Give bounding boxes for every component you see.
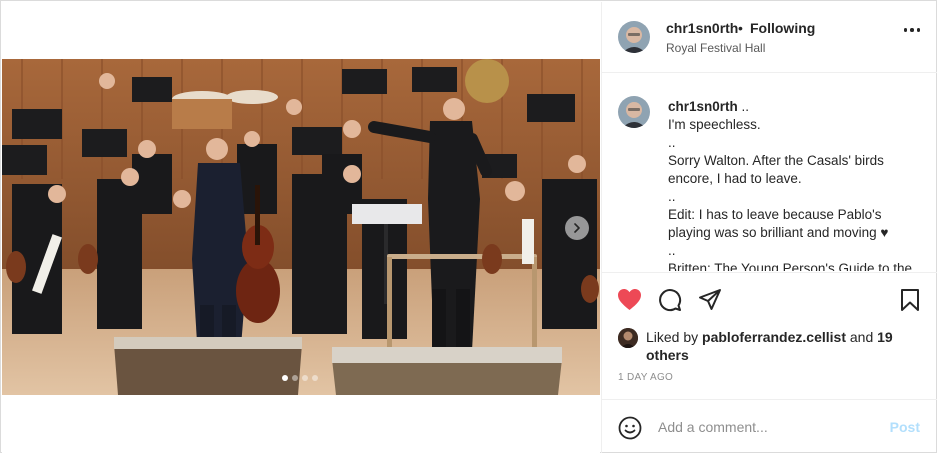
avatar-image xyxy=(618,21,650,53)
emoji-icon[interactable] xyxy=(618,416,642,445)
carousel-dot xyxy=(292,375,298,381)
caption-line: Edit: I has to leave because Pablo's xyxy=(668,207,882,222)
caption-line: .. xyxy=(668,243,676,258)
liker-avatar-image xyxy=(618,328,638,348)
caption-line: .. xyxy=(668,135,676,150)
carousel-dot xyxy=(282,375,288,381)
post-date[interactable]: 1 DAY AGO xyxy=(618,372,673,383)
carousel-next-button[interactable] xyxy=(565,216,589,240)
likes-text: Liked by pabloferrandez.cellist and 19 o… xyxy=(646,328,906,364)
post-location[interactable]: Royal Festival Hall xyxy=(666,41,765,55)
likes-prefix: Liked by xyxy=(646,329,699,345)
caption-line: .. xyxy=(668,189,676,204)
more-options-icon[interactable] xyxy=(903,28,920,32)
caption-line: I'm speechless. xyxy=(668,117,761,132)
avatar[interactable] xyxy=(618,96,650,128)
carousel-dot xyxy=(302,375,308,381)
liker-username[interactable]: pabloferrandez.cellist xyxy=(702,329,846,345)
action-bar xyxy=(602,272,937,318)
liker-avatar[interactable] xyxy=(618,328,638,348)
following-button[interactable]: Following xyxy=(750,20,815,36)
post-dialog: chr1sn0rth • Following Royal Festival Ha… xyxy=(0,0,937,453)
bookmark-icon[interactable] xyxy=(900,288,920,317)
chevron-right-icon xyxy=(574,223,580,233)
post-sidebar: chr1sn0rth • Following Royal Festival Ha… xyxy=(601,2,937,453)
likes-joiner: and xyxy=(849,329,874,345)
comment-input[interactable] xyxy=(658,416,878,438)
heart-icon[interactable] xyxy=(617,288,642,316)
caption-line: encore, I had to leave. xyxy=(668,171,802,186)
caption-line: .. xyxy=(741,99,750,114)
comment-icon[interactable] xyxy=(658,288,682,317)
caption-section: chr1sn0rth .. I'm speechless. .. Sorry W… xyxy=(602,74,937,271)
caption-text: chr1sn0rth .. I'm speechless. .. Sorry W… xyxy=(668,98,926,271)
caption-line: Sorry Walton. After the Casals' birds xyxy=(668,153,884,168)
post-photo[interactable] xyxy=(2,59,600,395)
carousel-dot xyxy=(312,375,318,381)
carousel-indicator xyxy=(282,375,318,381)
media-panel xyxy=(2,2,600,453)
share-icon[interactable] xyxy=(698,288,722,317)
avatar[interactable] xyxy=(618,21,650,53)
avatar-image xyxy=(618,96,650,128)
comment-composer: Post xyxy=(602,399,937,453)
post-header: chr1sn0rth • Following Royal Festival Ha… xyxy=(602,2,937,73)
concert-photo-illustration xyxy=(2,59,600,395)
caption-line: Britten: The Young Person's Guide to the xyxy=(668,261,912,271)
caption-username[interactable]: chr1sn0rth xyxy=(668,99,738,114)
caption-line: playing was so brilliant and moving ♥ xyxy=(668,225,889,240)
header-separator: • xyxy=(738,20,743,36)
post-author-username[interactable]: chr1sn0rth xyxy=(666,20,738,36)
post-comment-button[interactable]: Post xyxy=(890,419,920,435)
